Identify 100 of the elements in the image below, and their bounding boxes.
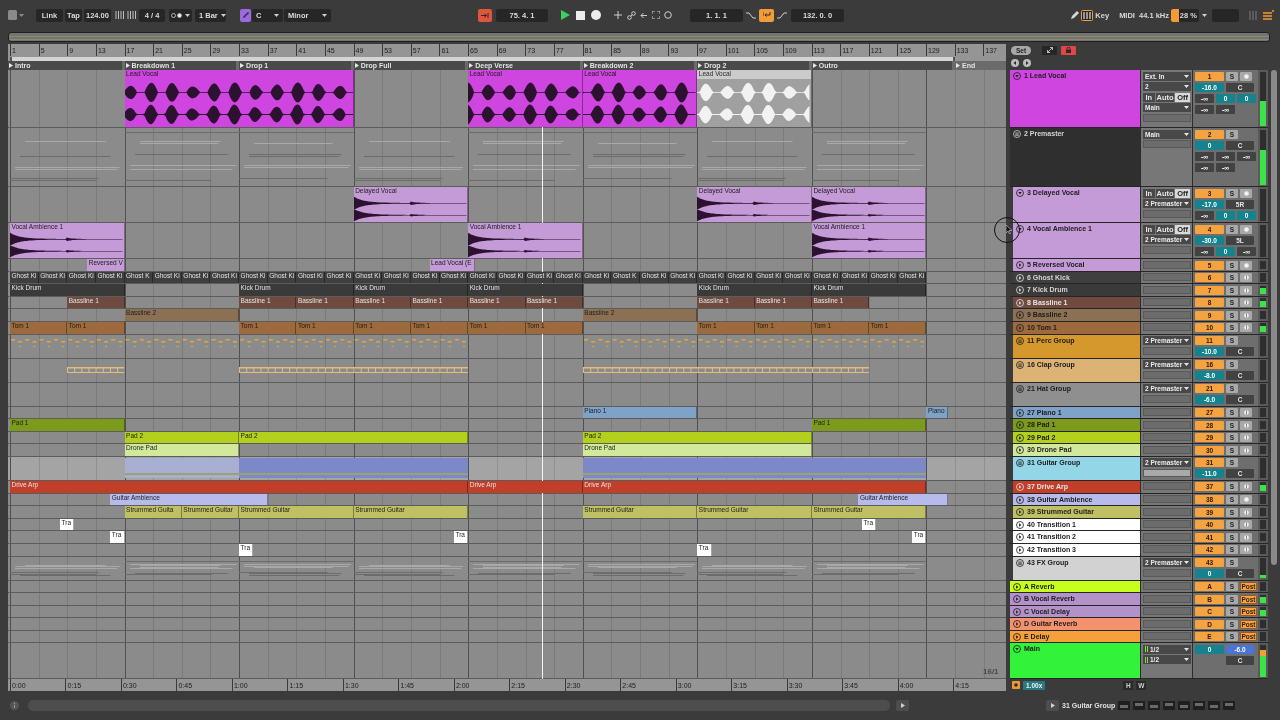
circle-lines-icon[interactable] xyxy=(1016,558,1024,567)
keyboard-icon[interactable] xyxy=(1081,9,1094,21)
play-icon[interactable] xyxy=(560,10,570,20)
blank-field[interactable] xyxy=(1143,408,1191,417)
vertical-bars-icon[interactable] xyxy=(127,11,137,19)
circle-triangle-icon[interactable] xyxy=(1016,433,1024,442)
circle-triangle-icon[interactable] xyxy=(1013,645,1021,654)
expand-button[interactable] xyxy=(1042,45,1057,55)
blank-field[interactable] xyxy=(1143,495,1191,504)
circle-lines-icon[interactable] xyxy=(1016,458,1024,467)
pencil-icon[interactable] xyxy=(1070,10,1080,20)
device-thumbnail-icon[interactable] xyxy=(1223,701,1236,711)
arm-button[interactable] xyxy=(1240,273,1252,283)
capture-icon[interactable] xyxy=(652,11,660,19)
punch-in-icon[interactable] xyxy=(746,11,756,19)
arm-button[interactable] xyxy=(1240,507,1252,517)
blank-field[interactable] xyxy=(1143,323,1191,332)
arm-button[interactable] xyxy=(1240,298,1252,308)
metronome-button[interactable] xyxy=(169,8,192,22)
arm-button[interactable] xyxy=(1240,495,1252,505)
blank-field[interactable] xyxy=(1143,245,1191,254)
circle-triangle-icon[interactable] xyxy=(1013,607,1021,616)
arrow-left-icon[interactable] xyxy=(1011,59,1019,67)
expand-device-button[interactable] xyxy=(1046,700,1059,712)
device-thumbnail-icon[interactable] xyxy=(1133,701,1146,711)
circle-icon[interactable] xyxy=(664,11,672,19)
circle-triangle-icon[interactable] xyxy=(1016,545,1024,554)
lock-button[interactable] xyxy=(1061,45,1076,55)
circle-triangle-icon[interactable] xyxy=(1016,533,1024,542)
blank-field[interactable] xyxy=(1143,113,1191,122)
blank-field[interactable] xyxy=(1143,445,1191,454)
blank-field[interactable] xyxy=(1143,482,1191,491)
blank-field[interactable] xyxy=(1143,420,1191,429)
circle-triangle-icon[interactable] xyxy=(1016,225,1024,233)
arrangement-overview[interactable] xyxy=(8,32,1270,42)
circle-triangle-icon[interactable] xyxy=(1016,408,1024,417)
blank-field[interactable] xyxy=(1143,619,1191,628)
arm-button[interactable] xyxy=(1240,433,1252,443)
arm-button[interactable] xyxy=(1240,545,1252,555)
circle-lines-icon[interactable] xyxy=(1016,384,1024,393)
arm-button[interactable] xyxy=(1240,285,1252,295)
circle-lines-icon[interactable] xyxy=(1016,336,1024,345)
arm-button[interactable] xyxy=(1240,482,1252,492)
scale-mode-button[interactable] xyxy=(240,8,251,22)
info-icon[interactable] xyxy=(10,701,19,711)
circle-triangle-icon[interactable] xyxy=(1013,620,1021,629)
back-to-arrangement-button[interactable] xyxy=(478,8,492,22)
device-thumbnail-icon[interactable] xyxy=(1163,701,1176,711)
circle-triangle-icon[interactable] xyxy=(1016,520,1024,529)
blank-field[interactable] xyxy=(1143,273,1191,282)
circle-triangle-icon[interactable] xyxy=(1016,261,1024,269)
loop-button[interactable] xyxy=(759,8,774,22)
circle-triangle-icon[interactable] xyxy=(1016,446,1024,455)
circle-triangle-icon[interactable] xyxy=(1013,595,1021,604)
blank-field[interactable] xyxy=(1143,209,1191,218)
arrow-left-icon[interactable] xyxy=(640,11,647,19)
blank-field[interactable] xyxy=(1143,433,1191,442)
arm-button[interactable] xyxy=(1240,188,1252,198)
blank-field[interactable] xyxy=(1143,260,1191,269)
device-thumbnail-icon[interactable] xyxy=(1148,701,1161,711)
circle-triangle-icon[interactable] xyxy=(1013,582,1021,591)
arm-button[interactable] xyxy=(1240,445,1252,455)
blank-field[interactable] xyxy=(1143,370,1191,379)
dot-square-icon[interactable] xyxy=(1012,681,1020,690)
circle-triangle-icon[interactable] xyxy=(1013,632,1021,641)
circle-triangle-icon[interactable] xyxy=(1016,189,1024,197)
blank-field[interactable] xyxy=(1143,346,1191,355)
blank-field[interactable] xyxy=(1143,568,1191,577)
device-thumbnail-icon[interactable] xyxy=(1208,701,1221,711)
arm-button[interactable] xyxy=(1240,532,1252,542)
record-icon[interactable] xyxy=(591,10,601,20)
arm-button[interactable] xyxy=(1240,224,1252,234)
device-thumbnail-icon[interactable] xyxy=(1193,701,1206,711)
circle-triangle-icon[interactable] xyxy=(1016,495,1024,504)
circle-triangle-icon[interactable] xyxy=(1016,508,1024,517)
vertical-bars-icon[interactable] xyxy=(115,11,125,19)
blank-field[interactable] xyxy=(1143,394,1191,403)
blank-field[interactable] xyxy=(1143,520,1191,529)
blank-field[interactable] xyxy=(1143,298,1191,307)
blank-field[interactable] xyxy=(1143,140,1191,148)
arm-button[interactable] xyxy=(1240,310,1252,320)
punch-out-icon[interactable] xyxy=(777,11,787,19)
arm-button[interactable] xyxy=(1240,420,1252,430)
scroll-right-button[interactable] xyxy=(896,700,909,712)
arm-button[interactable] xyxy=(1240,260,1252,270)
blank-field[interactable] xyxy=(1143,582,1191,590)
arrow-right-icon[interactable] xyxy=(1023,59,1031,67)
menu-icon[interactable] xyxy=(1263,9,1274,21)
circle-lines-icon[interactable] xyxy=(1016,360,1024,369)
blank-field[interactable] xyxy=(1143,285,1191,294)
arm-button[interactable] xyxy=(1240,520,1252,530)
chain-icon[interactable] xyxy=(627,10,636,20)
blank-field[interactable] xyxy=(1143,532,1191,541)
circle-triangle-icon[interactable] xyxy=(1013,72,1021,80)
blank-field[interactable] xyxy=(1143,507,1191,516)
arm-button[interactable] xyxy=(1240,71,1252,81)
panel-layout-icon[interactable] xyxy=(8,10,24,20)
blank-field[interactable] xyxy=(1143,310,1191,319)
device-thumbnail-icon[interactable] xyxy=(1178,701,1191,711)
scrollbar-thumb[interactable] xyxy=(1271,70,1277,565)
